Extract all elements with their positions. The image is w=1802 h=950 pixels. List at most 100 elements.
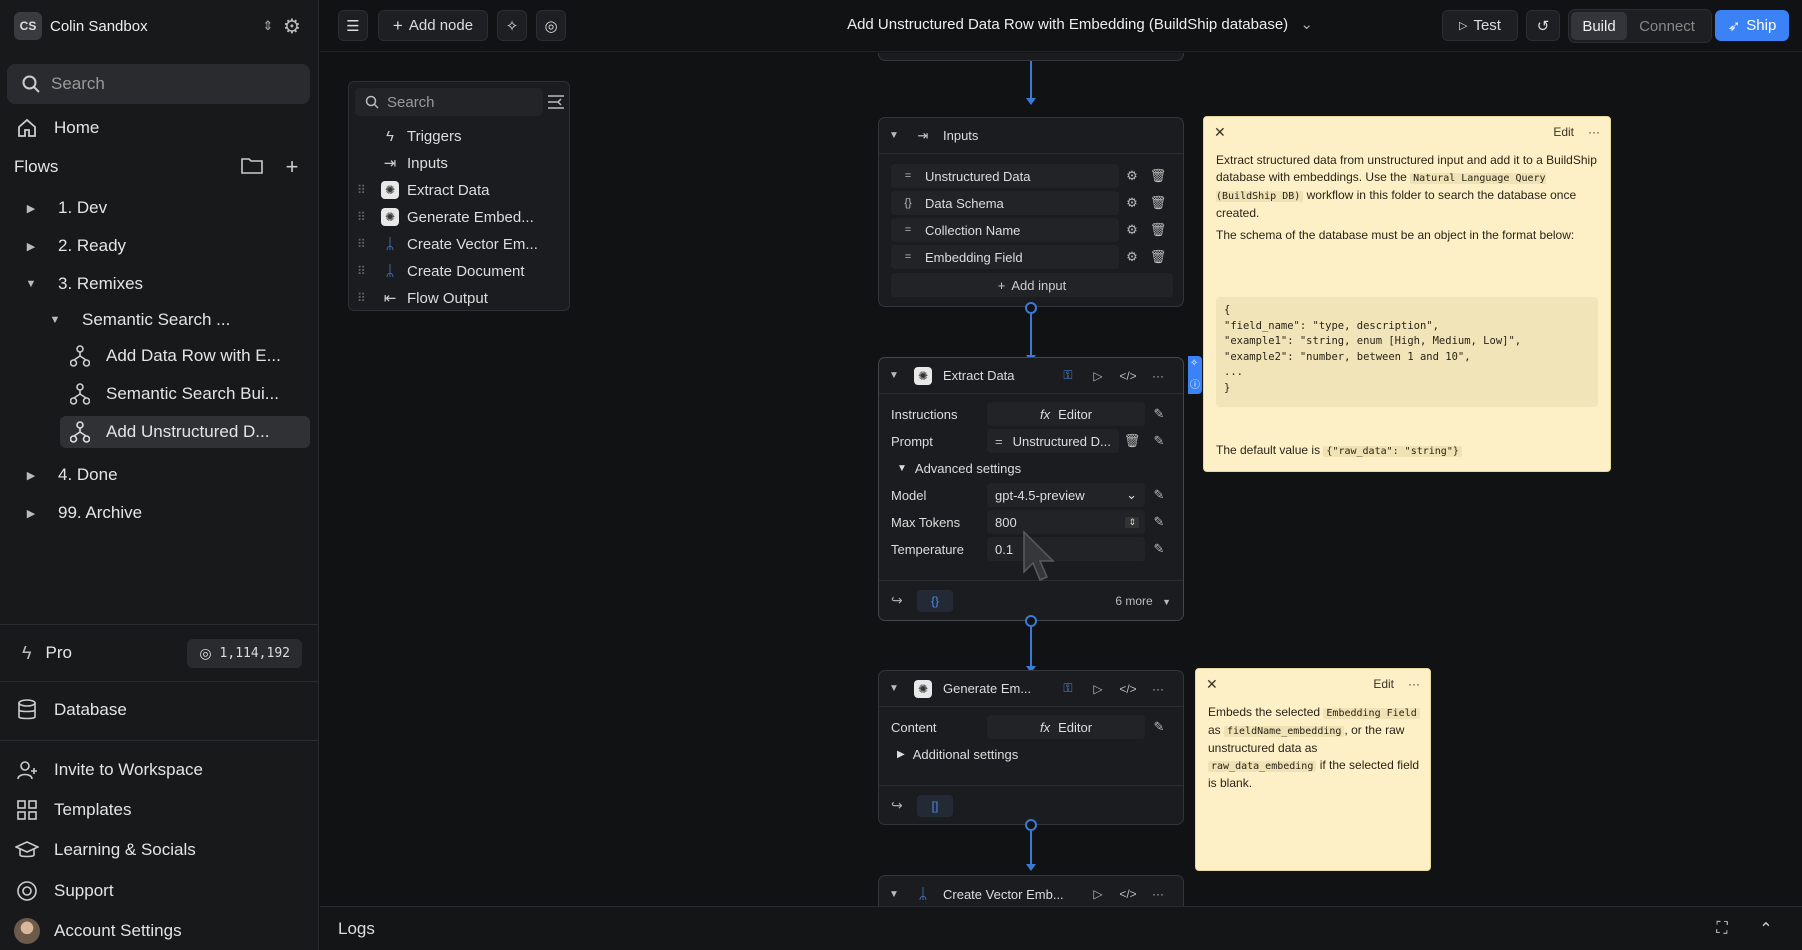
pencil-icon[interactable]: ✎ bbox=[1145, 406, 1173, 422]
toggle-panel-button[interactable]: ☰ bbox=[338, 10, 368, 41]
model-row[interactable]: Model gpt-4.5-preview ⌄ ✎ bbox=[891, 483, 1173, 507]
drag-handle-icon[interactable]: ⠿ bbox=[357, 183, 373, 197]
temperature-input[interactable]: 0.1 bbox=[987, 537, 1145, 561]
connector-port[interactable] bbox=[1025, 615, 1037, 627]
chevron-up-icon[interactable]: ⌃ bbox=[1744, 919, 1788, 939]
sidebar-item-support[interactable]: Support bbox=[14, 876, 114, 906]
model-select[interactable]: gpt-4.5-preview ⌄ bbox=[987, 483, 1145, 507]
connector-port[interactable] bbox=[1025, 302, 1037, 314]
sidebar-item-account-settings[interactable]: Account Settings bbox=[14, 916, 182, 946]
collapse-list-icon[interactable] bbox=[547, 94, 565, 113]
create-vector-node[interactable]: ▼ ᛦ Create Vector Emb... ▷ </> ··· bbox=[878, 875, 1184, 906]
sidebar-item-home[interactable]: Home bbox=[14, 113, 99, 143]
panel-item-extract-data[interactable]: ⠿ ✺ Extract Data bbox=[357, 178, 490, 202]
trash-icon[interactable]: 🗑 bbox=[1145, 168, 1171, 184]
prompt-row[interactable]: Prompt = Unstructured D... 🗑 ✎ bbox=[891, 429, 1173, 453]
max-tokens-input[interactable]: 800 ⇕ bbox=[987, 510, 1145, 534]
folder-done[interactable]: ▶ 4. Done bbox=[24, 459, 118, 491]
gear-icon[interactable]: ⚙ bbox=[1119, 222, 1145, 238]
more-outputs-toggle[interactable]: 6 more ▼ bbox=[1115, 594, 1171, 608]
more-icon[interactable]: ··· bbox=[1143, 682, 1173, 696]
chevron-down-icon[interactable]: ▼ bbox=[889, 889, 905, 900]
instructions-editor[interactable]: fx Editor bbox=[987, 402, 1145, 426]
fullscreen-icon[interactable]: ⛶ bbox=[1700, 920, 1744, 938]
folder-dev[interactable]: ▶ 1. Dev bbox=[24, 192, 107, 224]
pencil-icon[interactable]: ✎ bbox=[1145, 719, 1173, 735]
drag-handle-icon[interactable]: ⠿ bbox=[357, 264, 373, 278]
chevron-down-icon[interactable]: ▼ bbox=[889, 683, 905, 694]
node-side-tab[interactable]: ✧ ⓘ bbox=[1188, 356, 1202, 394]
panel-item-inputs[interactable]: ⇥ Inputs bbox=[357, 151, 448, 175]
folder-icon[interactable] bbox=[238, 154, 266, 180]
drag-handle-icon[interactable]: ⠿ bbox=[357, 291, 373, 305]
trash-icon[interactable]: 🗑 bbox=[1119, 433, 1145, 449]
chevron-updown-icon[interactable]: ⇕ bbox=[258, 18, 278, 34]
input-row[interactable]: = Embedding Field ⚙ 🗑 bbox=[891, 245, 1173, 269]
pencil-icon[interactable]: ✎ bbox=[1145, 487, 1173, 503]
drag-handle-icon[interactable]: ⠿ bbox=[357, 210, 373, 224]
folder-archive[interactable]: ▶ 99. Archive bbox=[24, 497, 142, 529]
panel-search[interactable]: Search bbox=[355, 88, 543, 116]
advanced-settings-toggle[interactable]: ▼ Advanced settings bbox=[897, 456, 1179, 480]
prompt-field[interactable]: = Unstructured D... bbox=[987, 429, 1119, 453]
test-button[interactable]: ▷ Test bbox=[1442, 10, 1518, 41]
flow-item-add-data-row[interactable]: Add Data Row with E... bbox=[60, 340, 310, 372]
history-button[interactable]: ↺ bbox=[1526, 10, 1560, 41]
key-icon[interactable]: ⚿ bbox=[1053, 681, 1083, 696]
pencil-icon[interactable]: ✎ bbox=[1145, 541, 1173, 557]
content-editor[interactable]: fx Editor bbox=[987, 715, 1145, 739]
sidebar-item-templates[interactable]: Templates bbox=[14, 795, 131, 825]
trash-icon[interactable]: 🗑 bbox=[1145, 222, 1171, 238]
note-edit-button[interactable]: Edit bbox=[1553, 124, 1574, 141]
flow-item-add-unstructured[interactable]: Add Unstructured D... bbox=[60, 416, 310, 448]
trash-icon[interactable]: 🗑 bbox=[1145, 249, 1171, 265]
more-icon[interactable]: ··· bbox=[1408, 676, 1420, 693]
more-icon[interactable]: ··· bbox=[1143, 369, 1173, 383]
connect-tab[interactable]: Connect bbox=[1627, 12, 1707, 40]
drag-handle-icon[interactable]: ⠿ bbox=[357, 237, 373, 251]
trash-icon[interactable]: 🗑 bbox=[1145, 195, 1171, 211]
inputs-node[interactable]: ▼ ⇥ Inputs = Unstructured Data ⚙ 🗑 {} Data… bbox=[878, 117, 1184, 307]
code-icon[interactable]: </> bbox=[1113, 682, 1143, 696]
connector-port[interactable] bbox=[1025, 819, 1037, 831]
add-input-button[interactable]: + Add input bbox=[891, 273, 1173, 297]
sticky-note[interactable]: ✕ Edit ··· Embeds the selected Embedding… bbox=[1195, 668, 1431, 871]
magic-wand-button[interactable]: ✧ bbox=[497, 10, 527, 41]
chevron-down-icon[interactable]: ▼ bbox=[889, 130, 905, 141]
code-icon[interactable]: </> bbox=[1113, 369, 1143, 383]
sidebar-search[interactable]: Search bbox=[7, 64, 310, 104]
panel-item-triggers[interactable]: ϟ Triggers bbox=[357, 124, 461, 148]
logs-bar[interactable]: Logs ⛶ ⌃ bbox=[320, 906, 1802, 950]
ship-button[interactable]: ➶ Ship bbox=[1715, 10, 1789, 41]
build-tab[interactable]: Build bbox=[1571, 12, 1627, 40]
trigger-node-partial[interactable] bbox=[878, 53, 1184, 61]
pencil-icon[interactable]: ✎ bbox=[1145, 514, 1173, 530]
sidebar-item-database[interactable]: Database bbox=[14, 695, 127, 725]
credits-badge[interactable]: ◎ 1,114,192 bbox=[187, 638, 302, 668]
gear-icon[interactable]: ⚙ bbox=[1119, 195, 1145, 211]
add-node-button[interactable]: + Add node bbox=[378, 10, 488, 41]
output-type-chip[interactable]: {} bbox=[917, 589, 953, 612]
close-icon[interactable]: ✕ bbox=[1214, 124, 1230, 141]
gear-icon[interactable]: ⚙ bbox=[1119, 168, 1145, 184]
comment-button[interactable]: ◎ bbox=[536, 10, 566, 41]
stepper-icon[interactable]: ⇕ bbox=[1125, 516, 1139, 528]
code-icon[interactable]: </> bbox=[1113, 887, 1143, 901]
panel-item-create-vector[interactable]: ⠿ ᛦ Create Vector Em... bbox=[357, 232, 538, 256]
panel-item-flow-output[interactable]: ⠿ ⇤ Flow Output bbox=[357, 286, 488, 310]
note-edit-button[interactable]: Edit bbox=[1373, 676, 1394, 693]
play-icon[interactable]: ▷ bbox=[1083, 369, 1113, 383]
gear-icon[interactable]: ⚙ bbox=[278, 14, 306, 39]
close-icon[interactable]: ✕ bbox=[1206, 676, 1222, 693]
play-icon[interactable]: ▷ bbox=[1083, 887, 1113, 901]
play-icon[interactable]: ▷ bbox=[1083, 682, 1113, 696]
additional-settings-toggle[interactable]: ▶ Additional settings bbox=[897, 742, 1179, 766]
plus-icon[interactable]: + bbox=[278, 154, 306, 180]
folder-ready[interactable]: ▶ 2. Ready bbox=[24, 230, 126, 262]
folder-remixes[interactable]: ▼ 3. Remixes bbox=[24, 268, 143, 300]
panel-item-generate-embed[interactable]: ⠿ ✺ Generate Embed... bbox=[357, 205, 534, 229]
panel-item-create-document[interactable]: ⠿ ᛦ Create Document bbox=[357, 259, 525, 283]
folder-semantic-search[interactable]: ▼ Semantic Search ... bbox=[48, 304, 231, 336]
pencil-icon[interactable]: ✎ bbox=[1145, 433, 1173, 449]
gear-icon[interactable]: ⚙ bbox=[1119, 249, 1145, 265]
